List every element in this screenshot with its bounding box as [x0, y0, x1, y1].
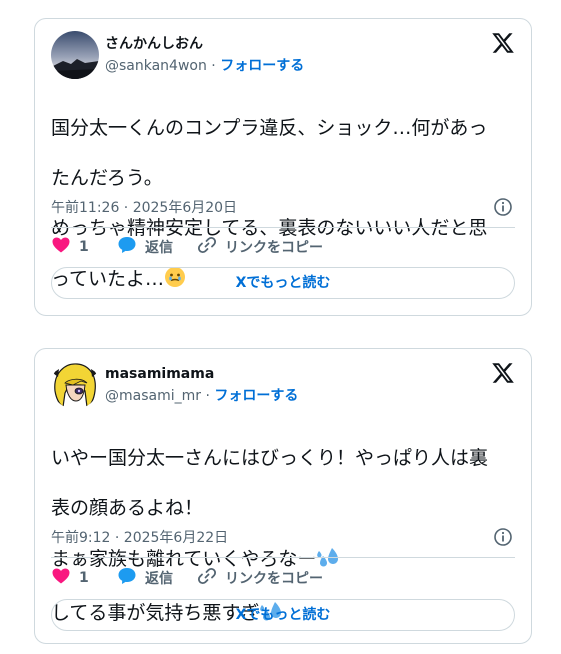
link-icon	[197, 566, 225, 590]
tweet-text-line: 国分太一くんのコンプラ違反、ショック…何があっ	[51, 117, 488, 139]
reply-bubble-icon	[117, 235, 145, 259]
author-name[interactable]: さんかんしおん	[105, 35, 203, 53]
read-more-button[interactable]: Xでもっと読む	[51, 599, 515, 631]
follow-button[interactable]: フォローする	[214, 388, 298, 404]
link-icon	[197, 235, 225, 259]
read-more-button[interactable]: Xでもっと読む	[51, 267, 515, 299]
copy-link-button[interactable]: リンクをコピー	[197, 235, 323, 259]
separator: ·	[201, 388, 215, 404]
x-logo-icon[interactable]	[491, 31, 515, 55]
tweet-text-line: たんだろう。	[51, 167, 163, 189]
reply-button[interactable]: 返信	[117, 566, 173, 590]
action-bar: 1 返信 リンクをコピー	[51, 235, 515, 259]
timestamp[interactable]: 午前11:26 · 2025年6月20日	[51, 199, 237, 217]
tweet-text-line: いやー国分太一さんにはびっくり！やっぱり人は裏	[51, 447, 489, 469]
avatar[interactable]	[51, 31, 99, 79]
info-icon[interactable]	[493, 527, 513, 547]
separator: ·	[206, 58, 221, 74]
author-handle[interactable]: @masami_mr	[105, 388, 201, 404]
tweet-header: さんかんしおん @sankan4won · フォローする	[51, 31, 515, 79]
author-handle[interactable]: @sankan4won	[105, 58, 207, 74]
handle-row: @masami_mr · フォローする	[105, 387, 298, 405]
heart-icon	[51, 235, 79, 259]
copy-link-button[interactable]: リンクをコピー	[197, 566, 323, 590]
heart-icon	[51, 566, 79, 590]
like-button[interactable]: 1	[51, 235, 89, 259]
copy-link-label: リンクをコピー	[225, 571, 323, 587]
reply-bubble-icon	[117, 566, 145, 590]
like-count: 1	[79, 239, 89, 255]
reply-label: 返信	[145, 240, 173, 256]
divider	[51, 557, 515, 558]
action-bar: 1 返信 リンクをコピー	[51, 566, 515, 590]
tweet-header: masamimama @masami_mr · フォローする	[51, 361, 515, 409]
tweet-card[interactable]: さんかんしおん @sankan4won · フォローする 国分太一くんのコンプラ…	[34, 18, 532, 316]
like-button[interactable]: 1	[51, 566, 89, 590]
info-icon[interactable]	[493, 197, 513, 217]
reply-label: 返信	[145, 571, 173, 587]
like-count: 1	[79, 570, 89, 586]
x-logo-icon[interactable]	[491, 361, 515, 385]
reply-button[interactable]: 返信	[117, 235, 173, 259]
tweet-text-line: 表の顔あるよね！	[51, 497, 204, 519]
author-name[interactable]: masamimama	[105, 365, 214, 383]
timestamp[interactable]: 午前9:12 · 2025年6月22日	[51, 529, 228, 547]
handle-row: @sankan4won · フォローする	[105, 57, 304, 75]
copy-link-label: リンクをコピー	[225, 240, 323, 256]
tweet-card[interactable]: masamimama @masami_mr · フォローする いやー国分太一さん…	[34, 348, 532, 644]
follow-button[interactable]: フォローする	[220, 58, 304, 74]
avatar[interactable]	[51, 361, 99, 409]
divider	[51, 227, 515, 228]
